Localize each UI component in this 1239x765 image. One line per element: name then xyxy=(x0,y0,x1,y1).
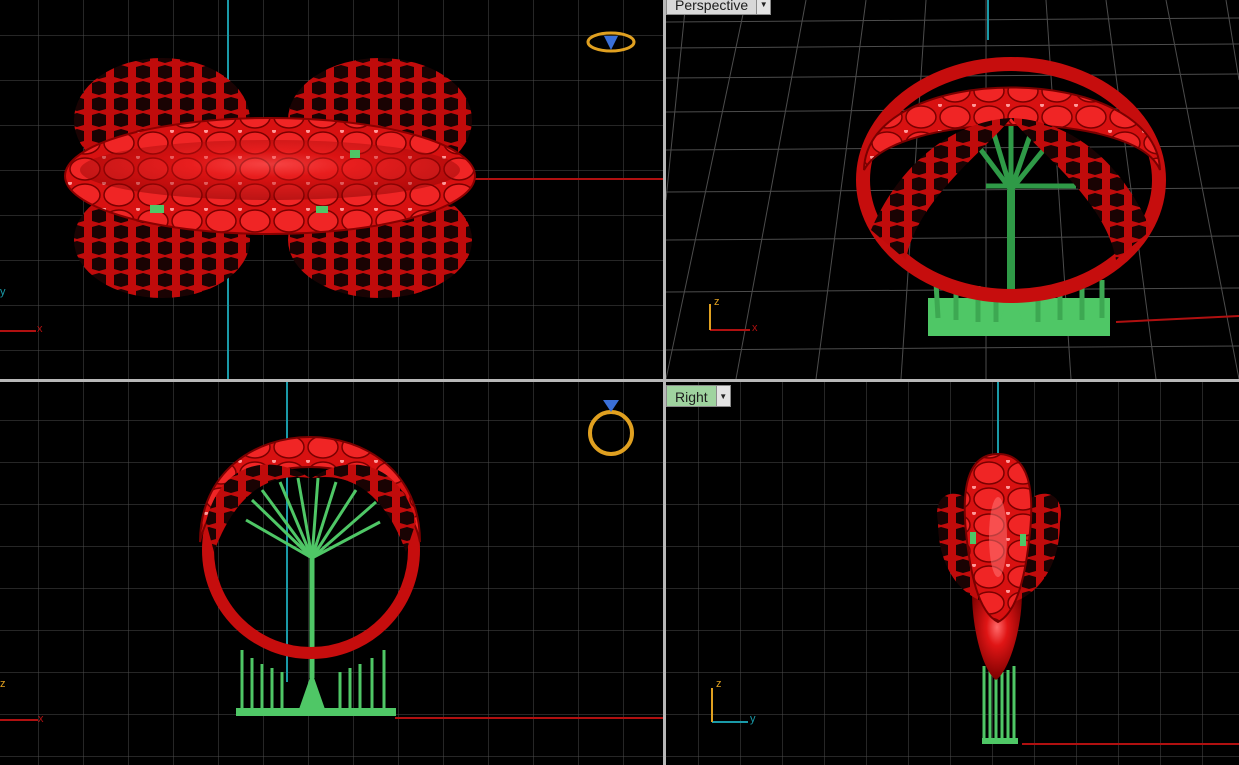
x-axis-line xyxy=(1115,315,1239,323)
axis-label-x: x xyxy=(752,322,758,334)
right-viewport[interactable]: z y Right ▼ xyxy=(666,382,1239,765)
top-viewport[interactable]: y x ▼ xyxy=(0,0,663,379)
top-viewport-canvas[interactable] xyxy=(0,0,663,379)
perspective-viewport-menu[interactable]: Perspective ▼ xyxy=(666,0,772,15)
right-viewport-menu[interactable]: Right ▼ xyxy=(666,385,731,407)
viewport-title[interactable]: Perspective xyxy=(667,0,757,14)
axis-label-x: x xyxy=(38,713,44,725)
dropdown-arrow-icon[interactable]: ▼ xyxy=(715,386,730,406)
axis-label-y: y xyxy=(0,286,6,298)
front-viewport[interactable]: z x ▼ xyxy=(0,382,663,765)
axis-label-z: z xyxy=(716,678,722,690)
perspective-viewport[interactable]: z x Perspective ▼ xyxy=(666,0,1239,379)
dropdown-arrow-icon[interactable]: ▼ xyxy=(756,0,771,14)
ring-model-perspective[interactable] xyxy=(856,57,1166,336)
axis-label-x: x xyxy=(37,323,43,335)
axis-label-y: y xyxy=(750,713,756,725)
axis-label-z: z xyxy=(0,678,6,690)
viewport-title[interactable]: Right xyxy=(667,386,716,406)
front-viewport-canvas[interactable] xyxy=(0,382,663,765)
right-viewport-canvas[interactable] xyxy=(666,382,1239,765)
axis-label-z: z xyxy=(714,296,720,308)
